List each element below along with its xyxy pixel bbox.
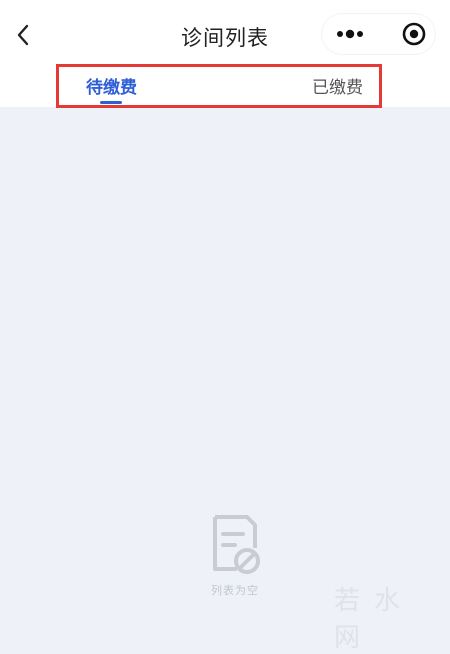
- document-empty-icon: [213, 515, 260, 574]
- watermark: 若水网: [334, 586, 415, 653]
- more-dots-icon: [337, 29, 363, 39]
- more-button[interactable]: [322, 14, 378, 54]
- navigation-bar: 诊间列表: [0, 0, 450, 66]
- capsule-menu: [322, 14, 435, 54]
- empty-state: 列表为空: [185, 514, 285, 598]
- empty-state-text: 列表为空: [211, 584, 259, 597]
- target-close-icon: [402, 22, 426, 46]
- close-button[interactable]: [394, 14, 434, 54]
- highlight-annotation-box: [56, 64, 382, 108]
